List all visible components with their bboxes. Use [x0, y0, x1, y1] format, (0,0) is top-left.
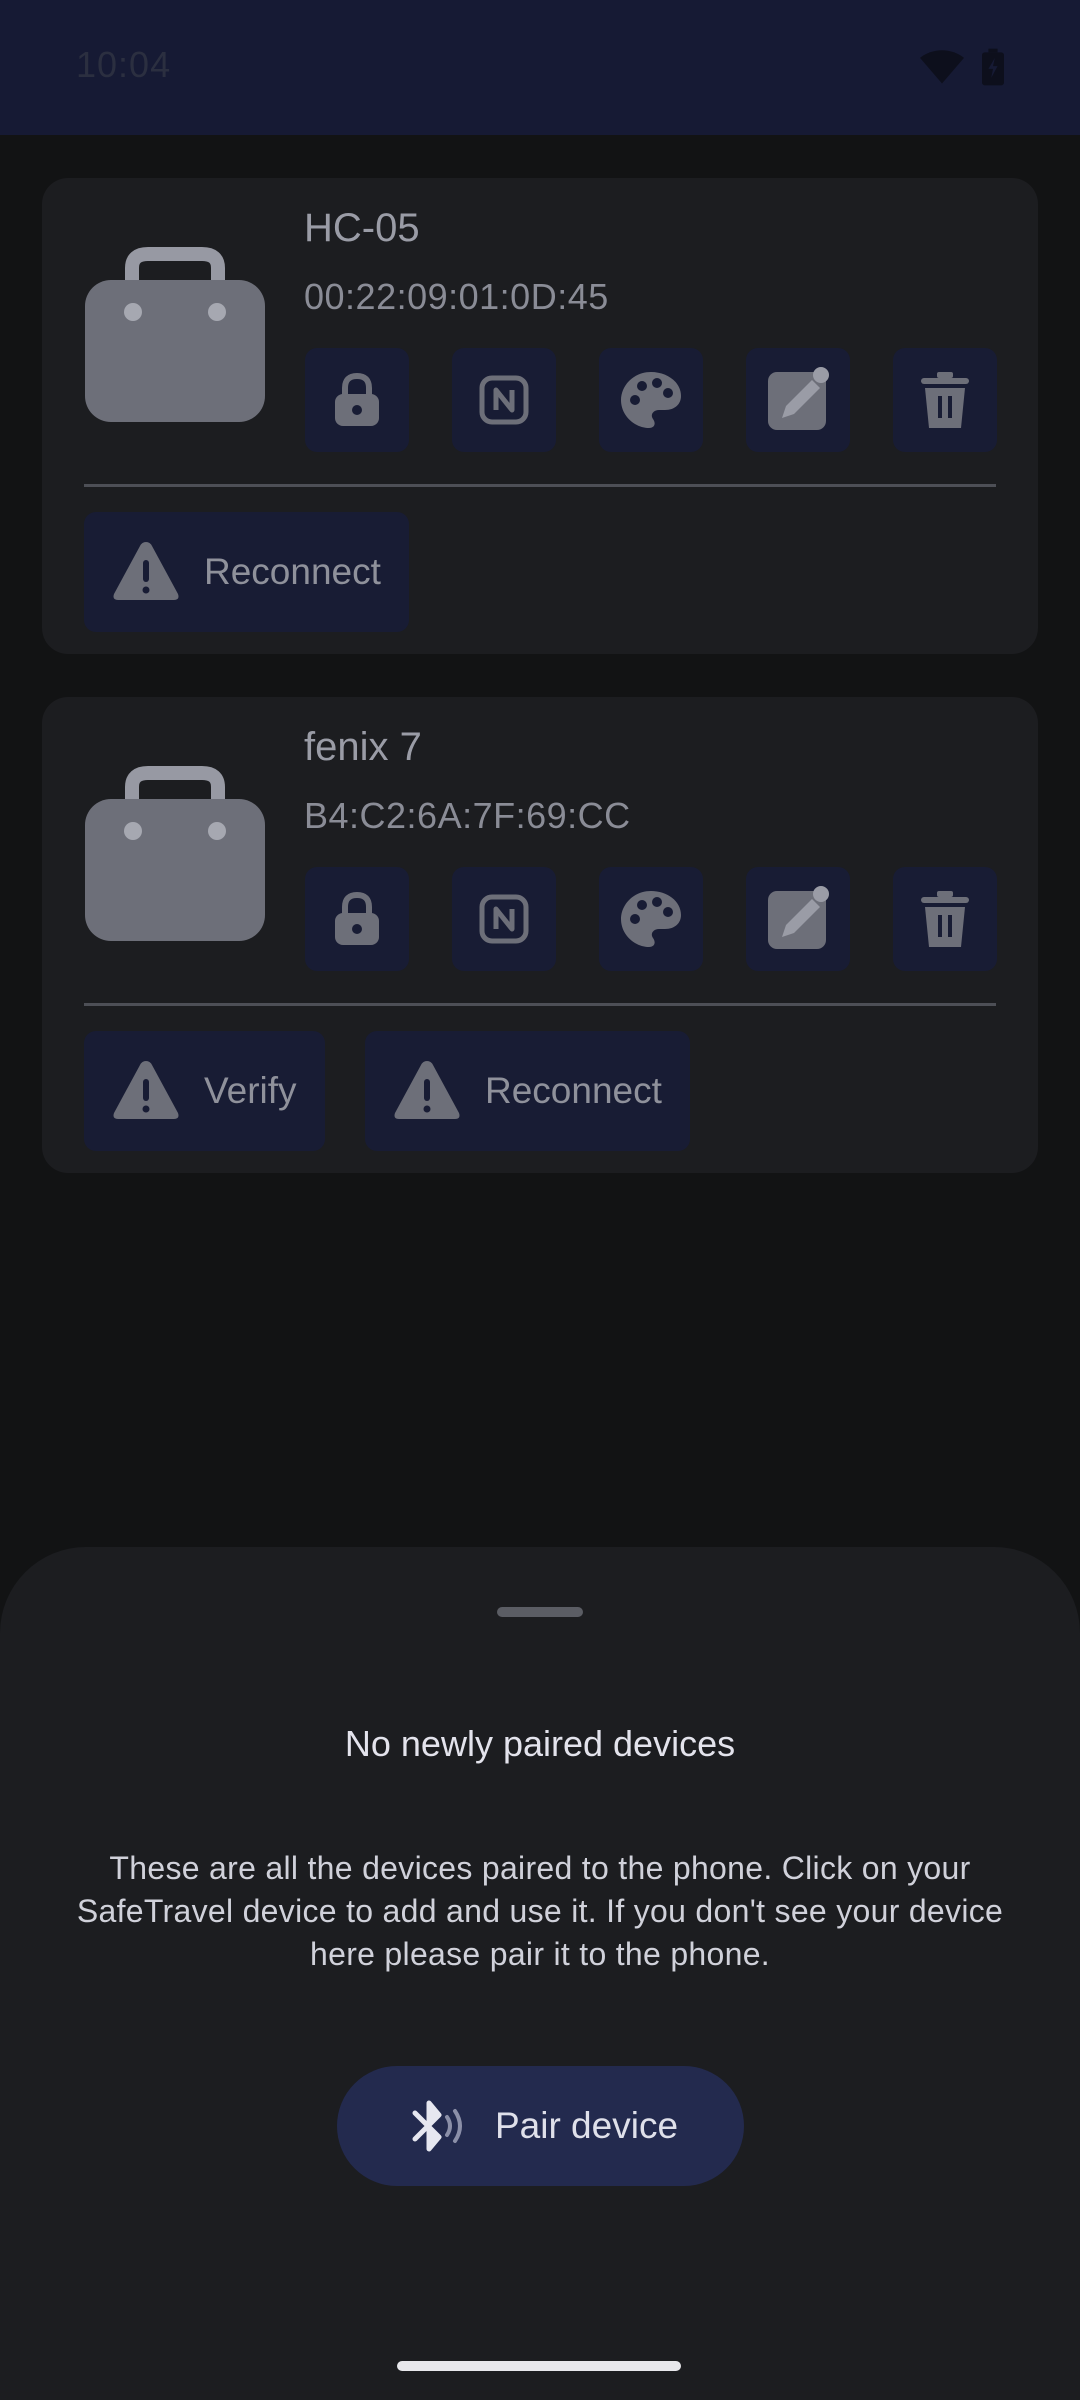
device-card[interactable]: fenix 7 B4:C2:6A:7F:69:CC Verify Reconne… — [42, 697, 1038, 1173]
sheet-body: These are all the devices paired to the … — [76, 1850, 1004, 1972]
palette-icon — [621, 372, 681, 428]
reconnect-chip[interactable]: Reconnect — [84, 512, 409, 632]
delete-button[interactable] — [893, 867, 997, 971]
wifi-icon — [920, 50, 964, 84]
delete-icon — [921, 372, 969, 428]
edit-icon — [768, 367, 829, 430]
sheet-title: No newly paired devices — [344, 1723, 736, 1764]
status-time: 10:04 — [76, 44, 172, 85]
app-screen: 10:04 HC-05 00:22:09:01:0D:45 Reconnect … — [0, 0, 1080, 2400]
warning-icon — [394, 1061, 460, 1119]
color-button[interactable] — [599, 348, 703, 452]
verify-chip[interactable]: Verify — [84, 1031, 325, 1151]
edit-button[interactable] — [746, 348, 850, 452]
pair-device-button[interactable]: Pair device — [337, 2066, 744, 2186]
palette-icon — [621, 891, 681, 947]
battery-icon — [982, 48, 1004, 86]
reconnect-chip[interactable]: Reconnect — [365, 1031, 690, 1151]
device-mac-address: B4:C2:6A:7F:69:CC — [304, 795, 631, 836]
card-divider — [84, 1003, 996, 1006]
luggage-icon — [85, 766, 265, 941]
lock-icon — [335, 372, 379, 426]
nfc-button[interactable] — [452, 348, 556, 452]
bluetooth-searching-icon — [412, 2100, 462, 2152]
delete-icon — [921, 891, 969, 947]
warning-icon — [113, 1061, 179, 1119]
pair-device-label: Pair device — [494, 2105, 679, 2146]
nfc-icon — [479, 894, 529, 944]
chip-label: Verify — [204, 1070, 297, 1111]
lock-button[interactable] — [305, 867, 409, 971]
chip-label: Reconnect — [204, 551, 381, 592]
color-button[interactable] — [599, 867, 703, 971]
status-icons — [920, 48, 1010, 88]
edit-button[interactable] — [746, 867, 850, 971]
device-name: HC-05 — [304, 206, 420, 250]
device-mac-address: 00:22:09:01:0D:45 — [304, 276, 609, 317]
lock-button[interactable] — [305, 348, 409, 452]
luggage-icon — [85, 247, 265, 422]
delete-button[interactable] — [893, 348, 997, 452]
warning-icon — [113, 542, 179, 600]
bottom-sheet: No newly paired devices These are all th… — [0, 1547, 1080, 2400]
nfc-button[interactable] — [452, 867, 556, 971]
status-bar: 10:04 — [0, 0, 1080, 135]
lock-icon — [335, 891, 379, 945]
edit-icon — [768, 886, 829, 949]
device-card[interactable]: HC-05 00:22:09:01:0D:45 Reconnect — [42, 178, 1038, 654]
device-name: fenix 7 — [304, 725, 422, 769]
drag-handle[interactable] — [497, 1607, 583, 1617]
home-indicator[interactable] — [397, 2361, 681, 2371]
device-actions — [305, 867, 1005, 975]
device-actions — [305, 348, 1005, 456]
card-divider — [84, 484, 996, 487]
nfc-icon — [479, 375, 529, 425]
chip-label: Reconnect — [485, 1070, 662, 1111]
